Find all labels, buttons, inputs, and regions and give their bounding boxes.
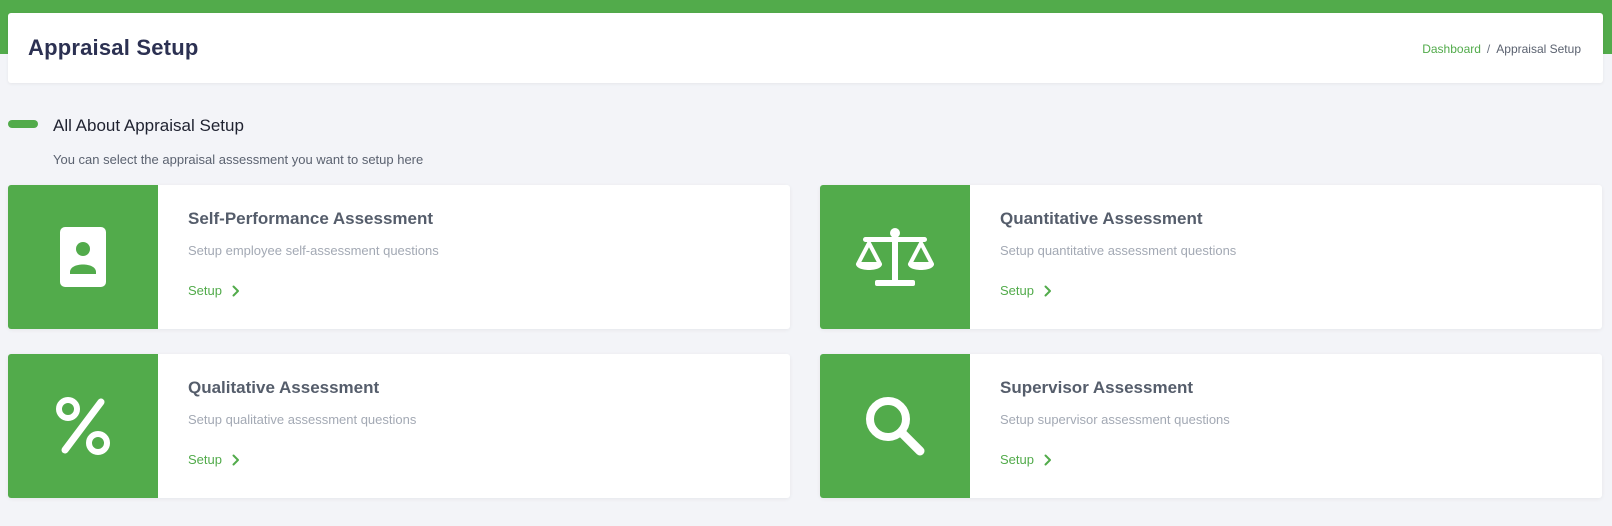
setup-link-label: Setup: [1000, 452, 1034, 467]
section-accent-bar: [8, 120, 38, 128]
search-icon: [866, 397, 925, 456]
setup-link-label: Setup: [188, 283, 222, 298]
setup-link-label: Setup: [188, 452, 222, 467]
card-title: Qualitative Assessment: [188, 378, 380, 397]
card-description: Setup supervisor assessment questions: [1000, 412, 1230, 427]
id-badge-icon: [60, 227, 106, 287]
chevron-right-icon: [232, 454, 239, 465]
quantitative-setup-link[interactable]: Setup: [1000, 283, 1052, 298]
page-title: Appraisal Setup: [28, 35, 199, 60]
section-subtitle: You can select the appraisal assessment …: [53, 152, 424, 167]
card-title: Quantitative Assessment: [1000, 209, 1203, 228]
section-title: All About Appraisal Setup: [53, 116, 244, 135]
breadcrumb-current: Appraisal Setup: [1496, 42, 1581, 56]
breadcrumb: Dashboard / Appraisal Setup: [1422, 42, 1581, 56]
card-icon-box: [820, 185, 970, 329]
setup-link-label: Setup: [1000, 283, 1034, 298]
chevron-right-icon: [1044, 285, 1051, 296]
card-title: Supervisor Assessment: [1000, 378, 1194, 397]
page-header: Appraisal Setup Dashboard / Appraisal Setu…: [8, 13, 1603, 83]
qualitative-setup-link[interactable]: Setup: [188, 452, 240, 467]
balance-scale-icon: [856, 228, 934, 286]
card-icon-box: [8, 354, 158, 498]
self-performance-card: Self-Performance Assessment Setup employ…: [8, 185, 790, 329]
supervisor-setup-link[interactable]: Setup: [1000, 452, 1052, 467]
card-icon-box: [8, 185, 158, 329]
qualitative-card: Qualitative Assessment Setup qualitative…: [8, 354, 790, 498]
breadcrumb-separator: /: [1486, 42, 1491, 56]
card-description: Setup qualitative assessment questions: [188, 412, 417, 427]
quantitative-card: Quantitative Assessment Setup quantitati…: [820, 185, 1602, 329]
self-performance-setup-link[interactable]: Setup: [188, 283, 240, 298]
card-description: Setup quantitative assessment questions: [1000, 243, 1237, 258]
supervisor-card: Supervisor Assessment Setup supervisor a…: [820, 354, 1602, 498]
card-title: Self-Performance Assessment: [188, 209, 434, 228]
breadcrumb-dashboard-link[interactable]: Dashboard: [1422, 42, 1481, 56]
percent-icon: [56, 397, 110, 455]
card-icon-box: [820, 354, 970, 498]
chevron-right-icon: [232, 285, 239, 296]
chevron-right-icon: [1044, 454, 1051, 465]
card-description: Setup employee self-assessment questions: [188, 243, 439, 258]
